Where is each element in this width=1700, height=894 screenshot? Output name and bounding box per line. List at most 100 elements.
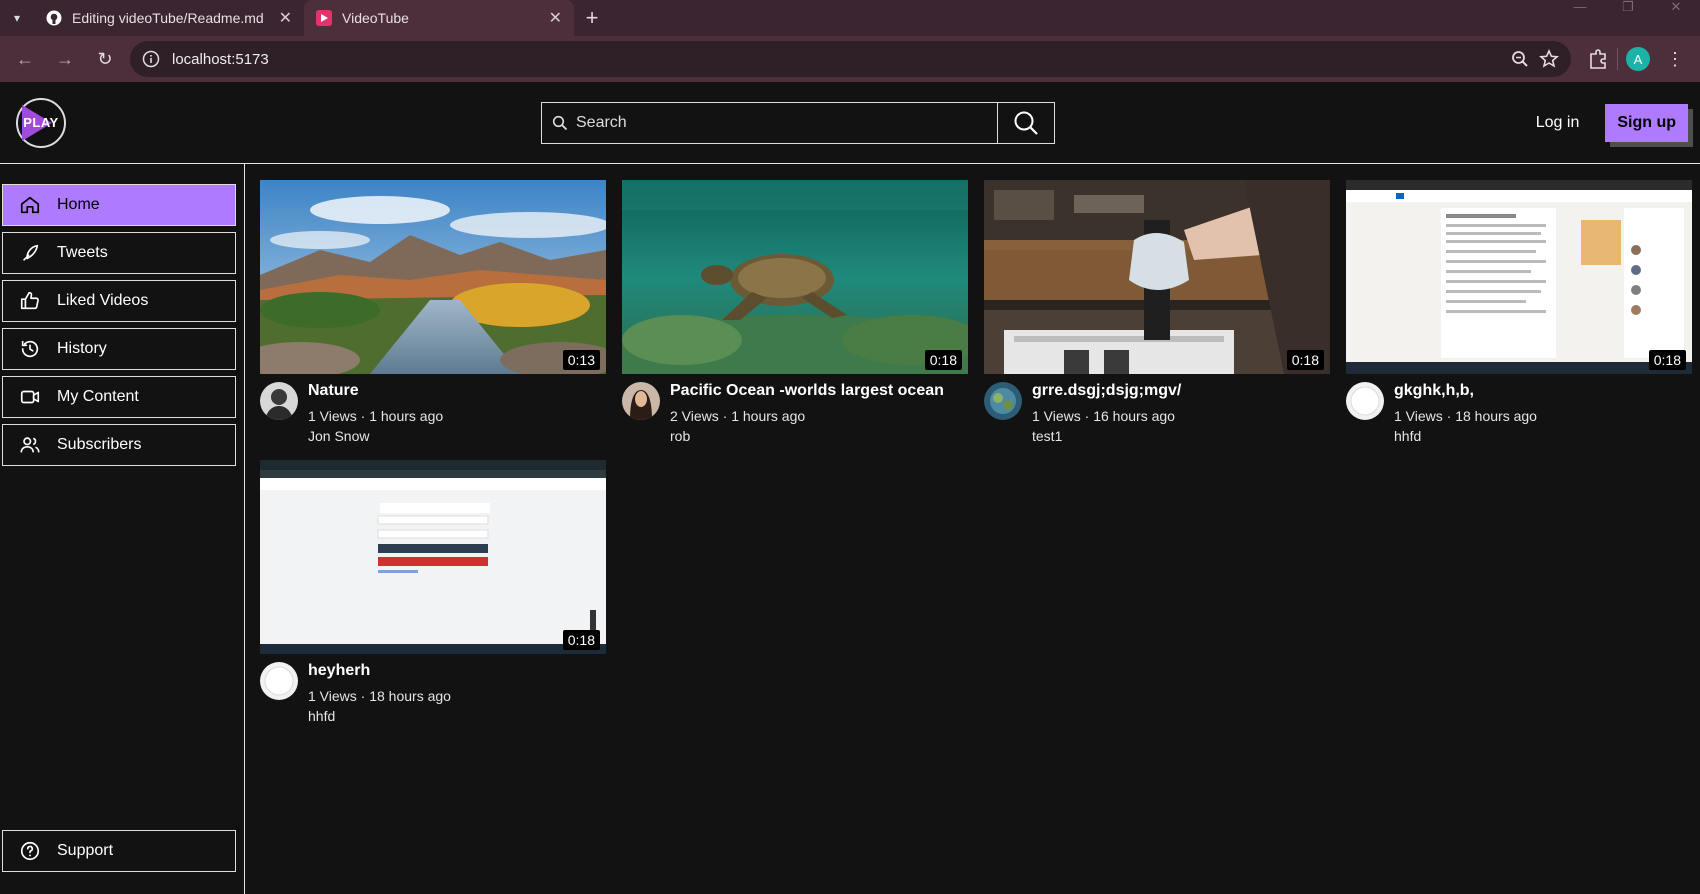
avatar-image [260,382,298,420]
channel-name[interactable]: hhfd [308,708,451,724]
browser-tab-readme[interactable]: Editing videoTube/Readme.md ✕ [34,0,304,36]
video-title[interactable]: grre.dsgj;dsjg;mgv/ [1032,382,1181,400]
video-meta: Pacific Ocean -worlds largest ocean 2 Vi… [622,374,968,444]
play-logo[interactable]: PLAY [16,97,66,148]
new-tab-plus-icon[interactable]: + [574,0,610,36]
sidebar-item-label: History [57,340,107,357]
close-icon[interactable]: ✕ [549,8,562,28]
video-thumbnail[interactable]: 0:18 [622,180,968,374]
video-duration: 0:13 [562,350,600,370]
kebab-menu-icon[interactable]: ⋮ [1658,42,1692,76]
search-button[interactable] [998,102,1055,144]
channel-avatar[interactable] [1346,382,1384,420]
sidebar-item-label: Subscribers [57,436,142,453]
tab-search-chevron-icon[interactable]: ▾ [0,3,34,33]
video-meta: Nature 1 Views · 1 hours ago Jon Snow [260,374,606,444]
zoom-icon[interactable] [1511,50,1529,68]
site-info-icon[interactable] [142,50,160,68]
browser-tab-videotube[interactable]: VideoTube ✕ [304,0,574,36]
sidebar-item-label: Liked Videos [57,292,149,309]
channel-name[interactable]: hhfd [1394,428,1537,444]
bookmark-star-icon[interactable] [1539,49,1559,69]
sidebar: Home Tweets Liked Videos History My Cont… [0,164,245,894]
video-thumbnail[interactable]: 0:18 [1346,180,1692,374]
video-info: heyherh 1 Views · 18 hours ago hhfd [308,662,451,724]
video-title[interactable]: Pacific Ocean -worlds largest ocean [670,382,944,400]
sidebar-item-label: My Content [57,388,139,405]
sidebar-item-label: Tweets [57,244,108,261]
window-close-icon[interactable]: ✕ [1652,0,1700,18]
channel-name[interactable]: Jon Snow [308,428,443,444]
sidebar-item-label: Home [57,196,100,213]
video-meta: gkghk,h,b, 1 Views · 18 hours ago hhfd [1346,374,1692,444]
sidebar-item-history[interactable]: History [2,328,236,370]
video-card[interactable]: 0:18 heyherh 1 Views · 18 hours ago hhfd [260,460,606,724]
forward-arrow-icon[interactable]: → [48,42,82,76]
home-icon [20,196,40,214]
video-card[interactable]: 0:18 grre.dsgj;dsjg;mgv/ 1 Views · 16 ho… [984,180,1330,444]
video-thumbnail[interactable]: 0:18 [984,180,1330,374]
login-button[interactable]: Log in [1530,114,1586,132]
video-meta: heyherh 1 Views · 18 hours ago hhfd [260,654,606,724]
video-title[interactable]: gkghk,h,b, [1394,382,1537,400]
channel-avatar[interactable] [260,662,298,700]
profile-avatar[interactable]: A [1626,47,1650,71]
sidebar-item-tweets[interactable]: Tweets [2,232,236,274]
restore-icon[interactable]: ❐ [1604,0,1652,18]
channel-avatar[interactable] [984,382,1022,420]
logo-text: PLAY [23,115,59,130]
sea-turtle-image [622,180,968,374]
channel-name[interactable]: test1 [1032,428,1181,444]
sidebar-item-home[interactable]: Home [2,184,236,226]
browser-address-bar: ← → ↻ localhost:5173 A ⋮ [0,36,1700,82]
video-info: grre.dsgj;dsjg;mgv/ 1 Views · 16 hours a… [1032,382,1181,444]
tweets-icon [22,244,39,261]
avatar-image [1346,382,1384,420]
video-thumbnail[interactable]: 0:18 [260,460,606,654]
channel-avatar[interactable] [622,382,660,420]
video-card[interactable]: 0:18 gkghk,h,b, 1 Views · 18 hours ago h… [1346,180,1692,444]
search-bar: Search [541,102,1055,144]
signin-screenshot-image [260,460,606,654]
video-duration: 0:18 [1648,350,1686,370]
video-info: Nature 1 Views · 1 hours ago Jon Snow [308,382,443,444]
sidebar-item-support[interactable]: Support [2,830,236,872]
video-title[interactable]: heyherh [308,662,451,680]
video-card[interactable]: 0:18 Pacific Ocean -worlds largest ocean… [622,180,968,444]
app-header: PLAY Search Log in Sign up [0,82,1700,164]
video-meta: grre.dsgj;dsjg;mgv/ 1 Views · 16 hours a… [984,374,1330,444]
nature-landscape-image [260,180,606,374]
video-title[interactable]: Nature [308,382,443,400]
sidebar-item-label: Support [57,842,114,859]
video-card[interactable]: 0:13 Nature 1 Views · 1 hours ago Jon Sn… [260,180,606,444]
video-duration: 0:18 [562,630,600,650]
search-input[interactable]: Search [541,102,998,144]
video-stats: 2 Views · 1 hours ago [670,408,806,424]
sidebar-item-liked-videos[interactable]: Liked Videos [2,280,236,322]
channel-name[interactable]: rob [670,428,944,444]
video-thumbnail[interactable]: 0:13 [260,180,606,374]
videotube-favicon-icon [316,10,332,26]
avatar-image [984,382,1022,420]
search-placeholder: Search [576,114,627,131]
video-stats: 1 Views · 1 hours ago [308,408,444,424]
sidebar-item-subscribers[interactable]: Subscribers [2,424,236,466]
video-info: gkghk,h,b, 1 Views · 18 hours ago hhfd [1394,382,1537,444]
airport-luggage-image [984,180,1330,374]
history-icon [21,340,39,358]
back-arrow-icon[interactable]: ← [8,42,42,76]
video-grid: 0:13 Nature 1 Views · 1 hours ago Jon Sn… [245,164,1700,894]
video-stats: 1 Views · 18 hours ago [308,688,451,704]
toolbar-divider [1617,48,1618,70]
extensions-puzzle-icon[interactable] [1587,48,1609,70]
signup-button[interactable]: Sign up [1605,103,1688,142]
close-icon[interactable]: ✕ [279,8,292,28]
reload-icon[interactable]: ↻ [88,42,122,76]
url-omnibox[interactable]: localhost:5173 [130,41,1571,77]
minimize-icon[interactable]: — [1556,0,1604,18]
sidebar-item-my-content[interactable]: My Content [2,376,236,418]
tab-title: Editing videoTube/Readme.md [72,10,264,26]
channel-avatar[interactable] [260,382,298,420]
window-controls: — ❐ ✕ [1556,0,1700,18]
browser-tab-bar: ▾ Editing videoTube/Readme.md ✕ VideoTub… [0,0,1700,36]
